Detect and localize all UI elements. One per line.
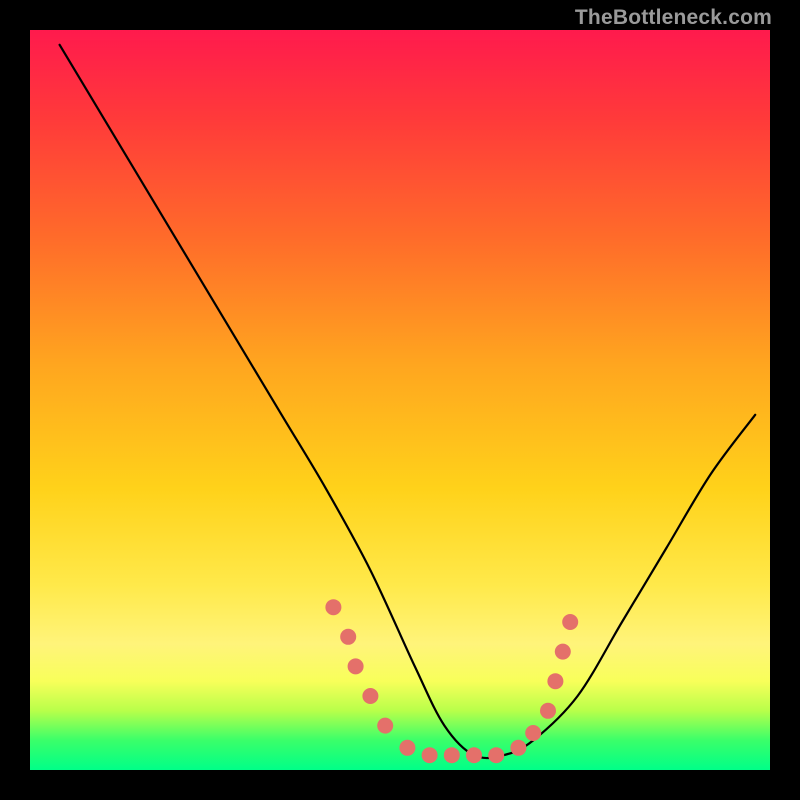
marker-dot xyxy=(466,747,482,763)
marker-dot xyxy=(340,629,356,645)
watermark-text: TheBottleneck.com xyxy=(575,6,772,30)
marker-dot xyxy=(377,718,393,734)
marker-dot xyxy=(555,644,571,660)
marker-dot xyxy=(325,599,341,615)
plot-area xyxy=(30,30,770,770)
marker-dot xyxy=(525,725,541,741)
chart-frame: TheBottleneck.com xyxy=(0,0,800,800)
marker-dot xyxy=(562,614,578,630)
marker-dot xyxy=(348,658,364,674)
marker-dot xyxy=(399,740,415,756)
marker-dot xyxy=(547,673,563,689)
bottleneck-curve xyxy=(60,45,756,758)
marker-dot xyxy=(362,688,378,704)
marker-dot xyxy=(444,747,460,763)
marker-dot xyxy=(488,747,504,763)
marker-group xyxy=(325,599,578,763)
marker-dot xyxy=(510,740,526,756)
marker-dot xyxy=(422,747,438,763)
curve-svg xyxy=(30,30,770,770)
marker-dot xyxy=(540,703,556,719)
